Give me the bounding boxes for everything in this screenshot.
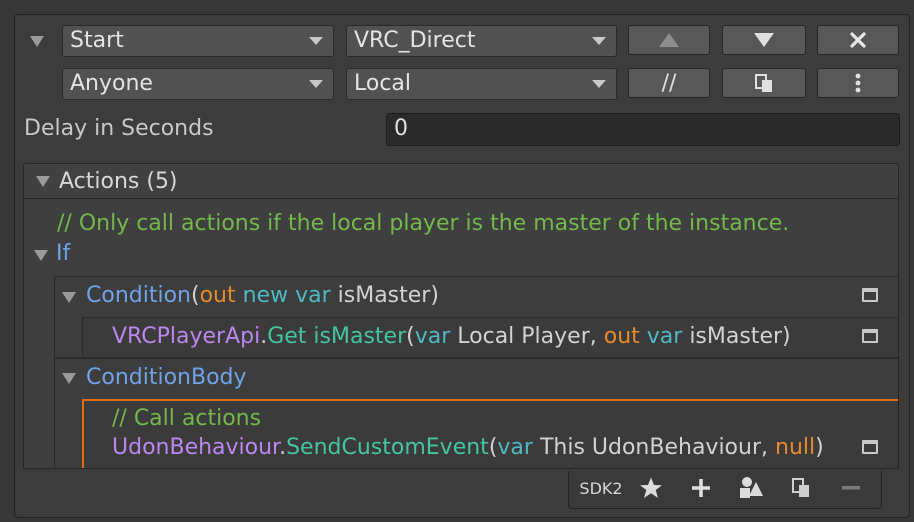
copy-button[interactable] <box>722 68 806 98</box>
chevron-down-icon <box>592 80 606 88</box>
out-keyword: out <box>199 283 236 308</box>
target-dropdown-label: VRC_Direct <box>354 28 476 53</box>
move-up-button[interactable] <box>628 25 710 55</box>
comment-line[interactable]: // Only call actions if the local player… <box>57 211 789 236</box>
window-icon[interactable] <box>862 288 878 302</box>
type-name: UdonBehaviour <box>112 435 280 460</box>
collapse-condition-body-icon[interactable] <box>62 373 76 384</box>
paren-close: ) <box>430 283 439 308</box>
comment-button[interactable]: // <box>628 68 710 98</box>
var-keyword: var <box>295 283 331 308</box>
var-keyword: var <box>497 435 533 460</box>
delay-label: Delay in Seconds <box>24 116 214 141</box>
broadcast-dropdown-label: Anyone <box>70 71 153 96</box>
paren-close: ) <box>782 324 791 349</box>
minus-icon <box>842 486 860 490</box>
shapes-button[interactable] <box>731 471 771 505</box>
add-action-button[interactable] <box>681 471 721 505</box>
paren-close: ) <box>815 435 824 460</box>
remove-button[interactable] <box>831 471 871 505</box>
more-options-button[interactable] <box>817 68 899 98</box>
vertical-ellipsis-icon <box>855 73 861 93</box>
event-dropdown[interactable]: Start <box>62 25 334 57</box>
arg-this-udonbehaviour: This UdonBehaviour, <box>539 435 768 460</box>
paren-open: ( <box>406 324 415 349</box>
collapse-if-icon[interactable] <box>34 250 48 261</box>
star-icon <box>640 477 662 498</box>
locality-dropdown-label: Local <box>354 71 412 96</box>
condition-param: isMaster <box>337 283 431 308</box>
comment-button-label: // <box>661 70 677 96</box>
if-keyword[interactable]: If <box>56 241 70 266</box>
send-custom-event-line[interactable]: UdonBehaviour.SendCustomEvent(var This U… <box>112 435 824 460</box>
chevron-down-icon <box>309 37 323 45</box>
window-icon[interactable] <box>862 329 878 343</box>
paren-open: ( <box>190 283 200 308</box>
out-keyword: out <box>603 324 640 349</box>
delay-input[interactable]: 0 <box>386 113 900 146</box>
actions-list: // Only call actions if the local player… <box>23 199 899 469</box>
copy-icon <box>792 478 809 497</box>
plus-icon <box>692 479 710 497</box>
event-dropdown-label: Start <box>70 28 124 53</box>
arg-local-player: Local Player, <box>457 324 597 349</box>
chevron-down-icon <box>309 80 323 88</box>
delete-button[interactable] <box>817 25 899 55</box>
favorite-button[interactable] <box>631 471 671 505</box>
new-keyword: new <box>242 283 289 308</box>
condition-keyword: Condition <box>86 283 191 308</box>
triangle-down-icon <box>754 33 774 47</box>
actions-toolbar: SDK2 <box>568 471 882 509</box>
method-name: Get isMaster <box>267 324 407 349</box>
locality-dropdown[interactable]: Local <box>346 68 617 100</box>
arg-ismaster: isMaster <box>689 324 783 349</box>
close-x-icon <box>850 32 866 48</box>
collapse-condition-icon[interactable] <box>62 292 76 303</box>
actions-title: Actions (5) <box>59 169 178 194</box>
var-keyword: var <box>646 324 683 349</box>
method-name: SendCustomEvent <box>286 435 489 460</box>
move-down-button[interactable] <box>722 25 806 55</box>
target-dropdown[interactable]: VRC_Direct <box>346 25 617 57</box>
sdk2-label: SDK2 <box>579 478 623 498</box>
chevron-down-icon <box>592 37 606 45</box>
get-ismaster-line[interactable]: VRCPlayerApi.Get isMaster(var Local Play… <box>112 324 791 349</box>
shapes-icon <box>740 477 763 498</box>
condition-line[interactable]: Condition(out new var isMaster) <box>86 283 439 308</box>
var-keyword: var <box>414 324 451 349</box>
triangle-up-icon <box>659 33 679 47</box>
null-keyword: null <box>775 435 816 460</box>
collapse-actions-icon[interactable] <box>36 176 50 187</box>
broadcast-dropdown[interactable]: Anyone <box>62 68 334 100</box>
copy-icon <box>755 74 772 92</box>
collapse-trigger-icon[interactable] <box>30 36 44 47</box>
type-name: VRCPlayerApi <box>112 324 261 349</box>
paste-button[interactable] <box>781 471 821 505</box>
comment-line[interactable]: // Call actions <box>112 406 261 431</box>
window-icon[interactable] <box>862 440 878 454</box>
sdk2-button[interactable]: SDK2 <box>573 471 629 505</box>
condition-body-keyword[interactable]: ConditionBody <box>86 365 247 390</box>
